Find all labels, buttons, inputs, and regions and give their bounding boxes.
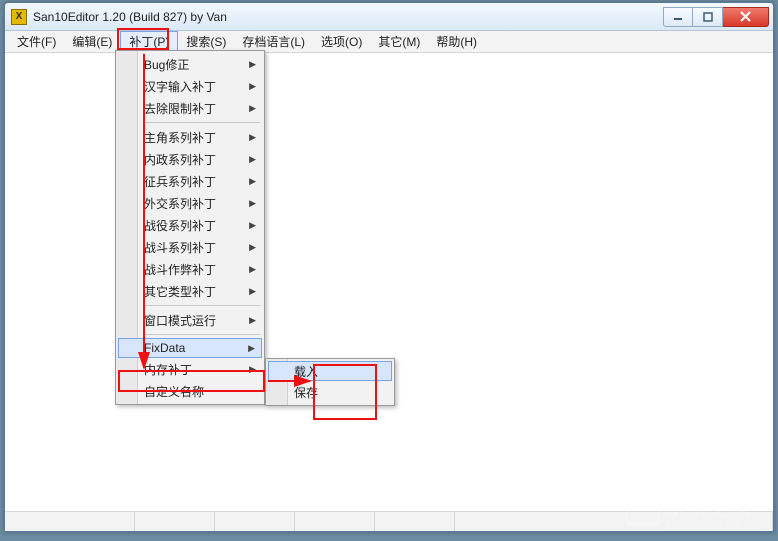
chevron-right-icon: ▶: [248, 343, 255, 354]
watermark: 系统之家 XITONGZHIJIA.NET: [626, 492, 764, 531]
chevron-right-icon: ▶: [249, 81, 256, 92]
chevron-right-icon: ▶: [249, 132, 256, 143]
menu-edit[interactable]: 编辑(E): [64, 31, 120, 52]
maximize-button[interactable]: [693, 7, 723, 27]
chevron-right-icon: ▶: [249, 103, 256, 114]
dd-memory[interactable]: 内存补丁▶: [118, 358, 262, 380]
dd-hanzi[interactable]: 汉字输入补丁▶: [118, 75, 262, 97]
window-buttons: [663, 7, 769, 27]
chevron-right-icon: ▶: [249, 364, 256, 375]
dropdown-patch: Bug修正▶ 汉字输入补丁▶ 去除限制补丁▶ 主角系列补丁▶ 内政系列补丁▶ 征…: [115, 50, 265, 405]
close-button[interactable]: [723, 7, 769, 27]
dd-campaign[interactable]: 战役系列补丁▶: [118, 214, 262, 236]
chevron-right-icon: ▶: [249, 286, 256, 297]
menu-options[interactable]: 选项(O): [313, 31, 370, 52]
separator: [144, 122, 260, 123]
dd-load[interactable]: 载入: [268, 361, 392, 381]
separator: [144, 334, 260, 335]
chevron-right-icon: ▶: [249, 242, 256, 253]
menu-search[interactable]: 搜索(S): [178, 31, 234, 52]
chevron-right-icon: ▶: [249, 176, 256, 187]
dd-battle[interactable]: 战斗系列补丁▶: [118, 236, 262, 258]
dd-conscript[interactable]: 征兵系列补丁▶: [118, 170, 262, 192]
titlebar[interactable]: X San10Editor 1.20 (Build 827) by Van: [5, 3, 773, 31]
dd-save[interactable]: 保存: [268, 381, 392, 403]
chevron-right-icon: ▶: [249, 59, 256, 70]
window-title: San10Editor 1.20 (Build 827) by Van: [33, 10, 227, 24]
chevron-right-icon: ▶: [249, 315, 256, 326]
chevron-right-icon: ▶: [249, 264, 256, 275]
dd-battlecheat[interactable]: 战斗作弊补丁▶: [118, 258, 262, 280]
minimize-button[interactable]: [663, 7, 693, 27]
dropdown-fixdata-sub: 载入 保存: [265, 358, 395, 406]
menu-patch[interactable]: 补丁(P): [120, 31, 178, 52]
chevron-right-icon: ▶: [249, 198, 256, 209]
menu-lang[interactable]: 存档语言(L): [234, 31, 313, 52]
chevron-right-icon: ▶: [249, 220, 256, 231]
menu-misc[interactable]: 其它(M): [370, 31, 428, 52]
chevron-right-icon: ▶: [249, 154, 256, 165]
dd-fixdata[interactable]: FixData▶: [118, 338, 262, 358]
dd-internal[interactable]: 内政系列补丁▶: [118, 148, 262, 170]
menu-help[interactable]: 帮助(H): [428, 31, 485, 52]
dd-othertype[interactable]: 其它类型补丁▶: [118, 280, 262, 302]
dd-bugfix[interactable]: Bug修正▶: [118, 53, 262, 75]
dd-diplomacy[interactable]: 外交系列补丁▶: [118, 192, 262, 214]
separator: [144, 305, 260, 306]
dd-customname[interactable]: 自定义名称: [118, 380, 262, 402]
app-icon: X: [11, 9, 27, 25]
dd-windowed[interactable]: 窗口模式运行▶: [118, 309, 262, 331]
dd-main-series[interactable]: 主角系列补丁▶: [118, 126, 262, 148]
menu-file[interactable]: 文件(F): [9, 31, 64, 52]
dd-removelimit[interactable]: 去除限制补丁▶: [118, 97, 262, 119]
watermark-logo-icon: [626, 498, 660, 526]
